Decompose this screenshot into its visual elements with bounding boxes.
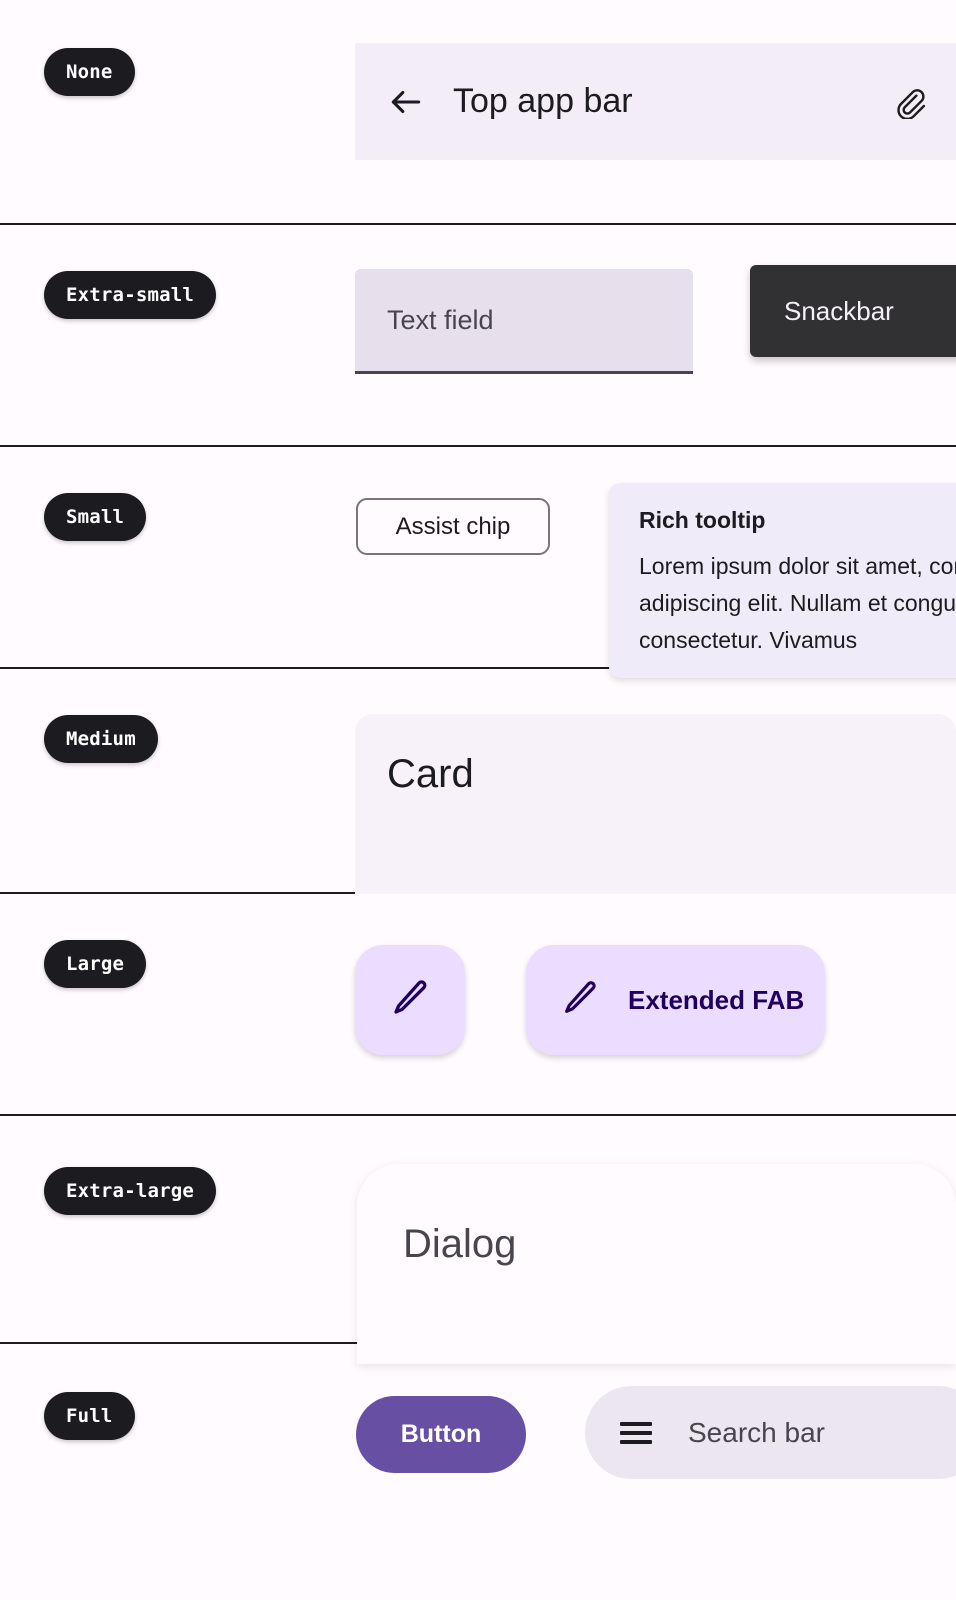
token-badge-small: Small <box>44 493 147 541</box>
token-badge-extra-large: Extra-large <box>44 1167 217 1215</box>
token-badge-large: Large <box>44 940 147 988</box>
search-bar[interactable]: Search bar <box>585 1386 956 1479</box>
shape-scale-table: None Top app bar Extra-small Text field … <box>0 0 956 1600</box>
rich-tooltip: Rich tooltip Lorem ipsum dolor sit amet,… <box>609 483 956 678</box>
shape-row-medium: Medium Card <box>0 669 956 894</box>
extended-fab-label: Extended FAB <box>628 984 805 1015</box>
pencil-icon <box>560 978 600 1023</box>
text-field[interactable]: Text field <box>355 269 693 374</box>
shape-row-extra-large: Extra-large Dialog <box>0 1116 956 1364</box>
text-field-label: Text field <box>387 304 494 335</box>
shape-row-full: Full Button Search bar <box>0 1344 956 1600</box>
pencil-icon <box>389 977 431 1024</box>
token-badge-extra-small: Extra-small <box>44 271 217 319</box>
shape-row-extra-small: Extra-small Text field Snackbar <box>0 225 956 447</box>
assist-chip-label: Assist chip <box>395 512 511 540</box>
snackbar-label: Snackbar <box>784 295 894 326</box>
card[interactable]: Card <box>355 714 956 894</box>
search-bar-placeholder: Search bar <box>688 1416 825 1448</box>
extended-fab[interactable]: Extended FAB <box>526 945 825 1055</box>
fab[interactable] <box>355 945 465 1055</box>
shape-row-none: None Top app bar <box>0 0 956 225</box>
card-title: Card <box>387 752 474 796</box>
filled-button[interactable]: Button <box>356 1396 526 1473</box>
arrow-left-icon[interactable] <box>387 83 425 121</box>
shape-row-small: Small Assist chip Rich tooltip Lorem ips… <box>0 447 956 678</box>
token-badge-medium: Medium <box>44 715 158 763</box>
top-app-bar[interactable]: Top app bar <box>355 43 956 160</box>
shape-row-large: Large Extended FAB <box>0 894 956 1116</box>
snackbar: Snackbar <box>750 265 956 357</box>
menu-icon[interactable] <box>620 1421 652 1444</box>
assist-chip[interactable]: Assist chip <box>356 498 550 555</box>
rich-tooltip-title: Rich tooltip <box>639 507 766 533</box>
top-app-bar-title: Top app bar <box>453 82 633 120</box>
dialog: Dialog <box>357 1164 956 1364</box>
rich-tooltip-body: Lorem ipsum dolor sit amet, consectetur … <box>639 553 956 653</box>
attachment-icon[interactable] <box>892 84 928 120</box>
dialog-title: Dialog <box>403 1222 517 1266</box>
token-badge-full: Full <box>44 1392 135 1440</box>
token-badge-none: None <box>44 48 135 96</box>
